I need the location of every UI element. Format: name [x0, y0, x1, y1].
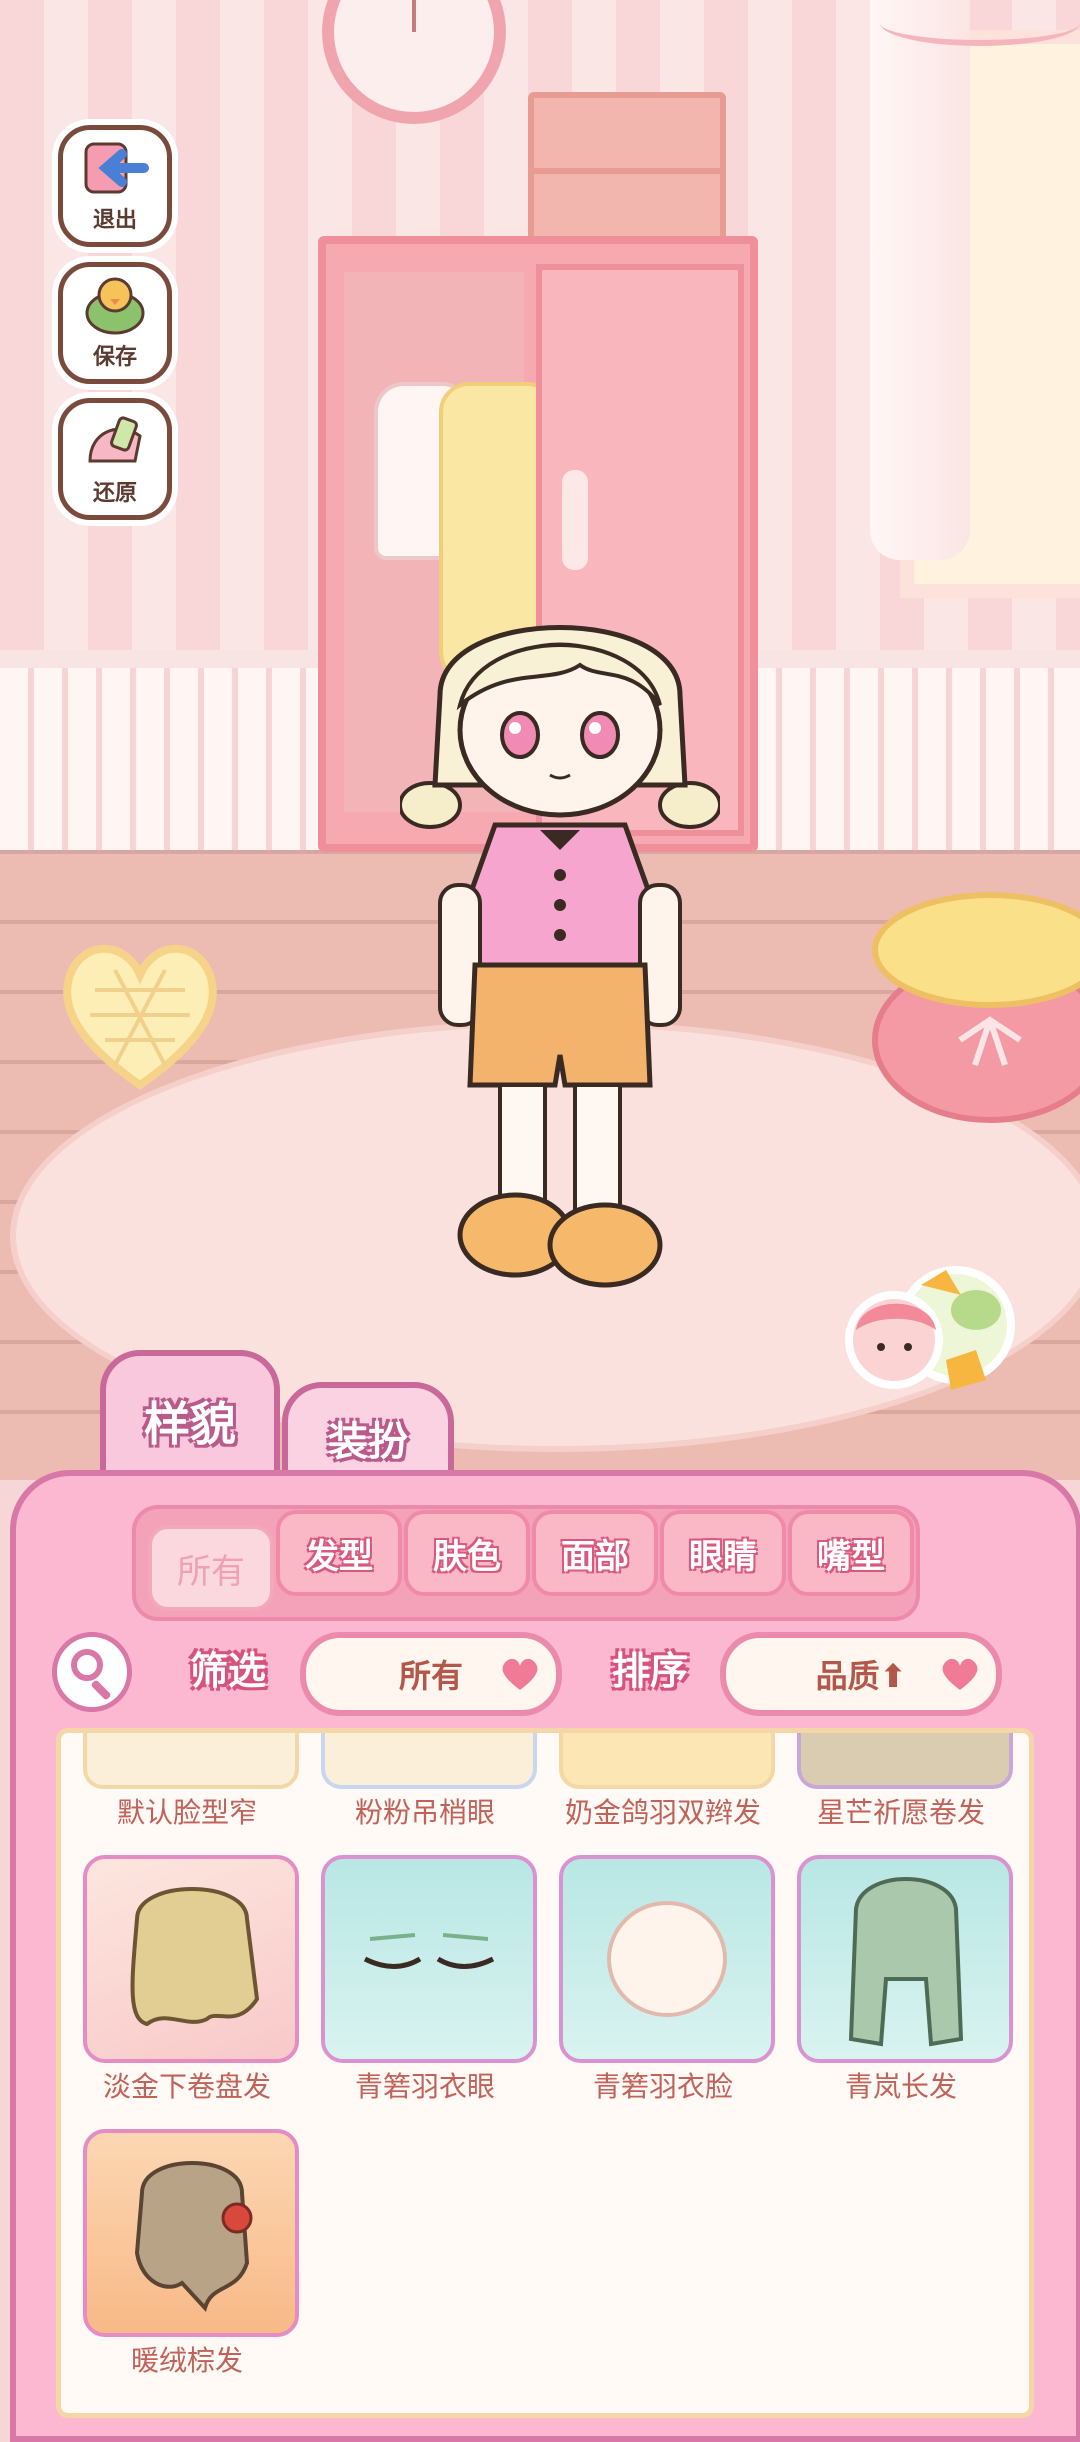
- exit-arrow-icon: [84, 142, 149, 194]
- hair-thumbnail: [134, 2161, 253, 2312]
- item-card[interactable]: [83, 1855, 299, 2063]
- item-name: 青箬羽衣脸: [592, 2070, 733, 2103]
- subtab-all-label: 所有: [177, 1551, 245, 1592]
- sort-value: 品质⬆: [815, 1657, 907, 1695]
- wall-clock: [322, 0, 506, 124]
- tab-outfit-label: 装扮: [328, 1419, 408, 1465]
- subtab-hairstyle-label: 发型: [305, 1536, 373, 1577]
- item-name: 青岚长发: [844, 2070, 957, 2103]
- restore-icon: [88, 416, 142, 463]
- subtab-skin-color-label: 肤色: [433, 1536, 501, 1577]
- save-label: 保存: [92, 345, 137, 370]
- heart-dropdown-icon: [942, 1658, 978, 1690]
- subtab-eyes-label: 眼睛: [689, 1536, 757, 1577]
- search-icon: [71, 1649, 103, 1681]
- subtab-face[interactable]: 面部: [532, 1510, 658, 1596]
- subtab-mouth[interactable]: 嘴型: [788, 1510, 914, 1596]
- item-card[interactable]: [559, 1733, 775, 1789]
- item-card[interactable]: [83, 2129, 299, 2337]
- filter-dropdown[interactable]: 所有: [300, 1632, 562, 1716]
- sort-dropdown[interactable]: 品质⬆: [720, 1632, 1002, 1716]
- item-name: 默认脸型窄: [116, 1796, 257, 1829]
- restore-label: 还原: [92, 481, 137, 506]
- item-name: 粉粉吊梢眼: [354, 1796, 495, 1829]
- save-button[interactable]: 保存: [58, 262, 172, 384]
- curtain: [870, 0, 970, 560]
- item-card[interactable]: [559, 1855, 775, 2063]
- exit-label: 退出: [92, 208, 137, 233]
- subtab-eyes[interactable]: 眼睛: [660, 1510, 786, 1596]
- sort-label: 排序: [612, 1649, 689, 1693]
- item-name: 淡金下卷盘发: [102, 2070, 271, 2103]
- restore-button[interactable]: 还原: [58, 398, 172, 520]
- filter-label: 筛选: [190, 1649, 267, 1693]
- subtab-mouth-label: 嘴型: [817, 1536, 885, 1577]
- item-card[interactable]: [321, 1855, 537, 2063]
- save-duck-icon: [85, 277, 145, 335]
- item-name: 青箬羽衣眼: [354, 2070, 495, 2103]
- item-card[interactable]: [797, 1733, 1013, 1789]
- pouf-stool: [872, 892, 1080, 1123]
- item-name: 星芒祈愿卷发: [816, 1796, 985, 1829]
- player-avatar[interactable]: [400, 585, 720, 1305]
- item-card[interactable]: [797, 1855, 1013, 2063]
- search-button[interactable]: [52, 1632, 132, 1712]
- item-card[interactable]: [321, 1733, 537, 1789]
- bunting-garland: [880, 0, 1080, 46]
- tab-appearance-label: 样貌: [144, 1397, 236, 1451]
- hair-thumbnail: [848, 1877, 964, 2047]
- item-grid: 默认脸型窄 粉粉吊梢眼 奶金鸽羽双辫发 星芒祈愿卷发 淡金下卷盘发 青箬羽衣眼 …: [56, 1728, 1034, 2418]
- hair-thumbnail: [130, 1887, 260, 2027]
- subtab-hairstyle[interactable]: 发型: [276, 1510, 402, 1596]
- face-thumbnail: [607, 1901, 727, 2017]
- eyes-thumbnail: [363, 1933, 495, 1969]
- exit-button[interactable]: 退出: [58, 125, 172, 247]
- subtab-face-label: 面部: [561, 1536, 629, 1577]
- item-name: 奶金鸽羽双辫发: [564, 1796, 761, 1829]
- heart-pillow: [63, 944, 217, 1090]
- subtab-skin-color[interactable]: 肤色: [404, 1510, 530, 1596]
- quest-character-badge[interactable]: [836, 1255, 1016, 1405]
- filter-value: 所有: [398, 1657, 463, 1695]
- subtab-all[interactable]: 所有: [148, 1525, 274, 1611]
- item-name: 暖绒棕发: [130, 2344, 243, 2377]
- heart-dropdown-icon: [502, 1658, 538, 1690]
- storage-boxes: [528, 92, 726, 254]
- item-card[interactable]: [83, 1733, 299, 1789]
